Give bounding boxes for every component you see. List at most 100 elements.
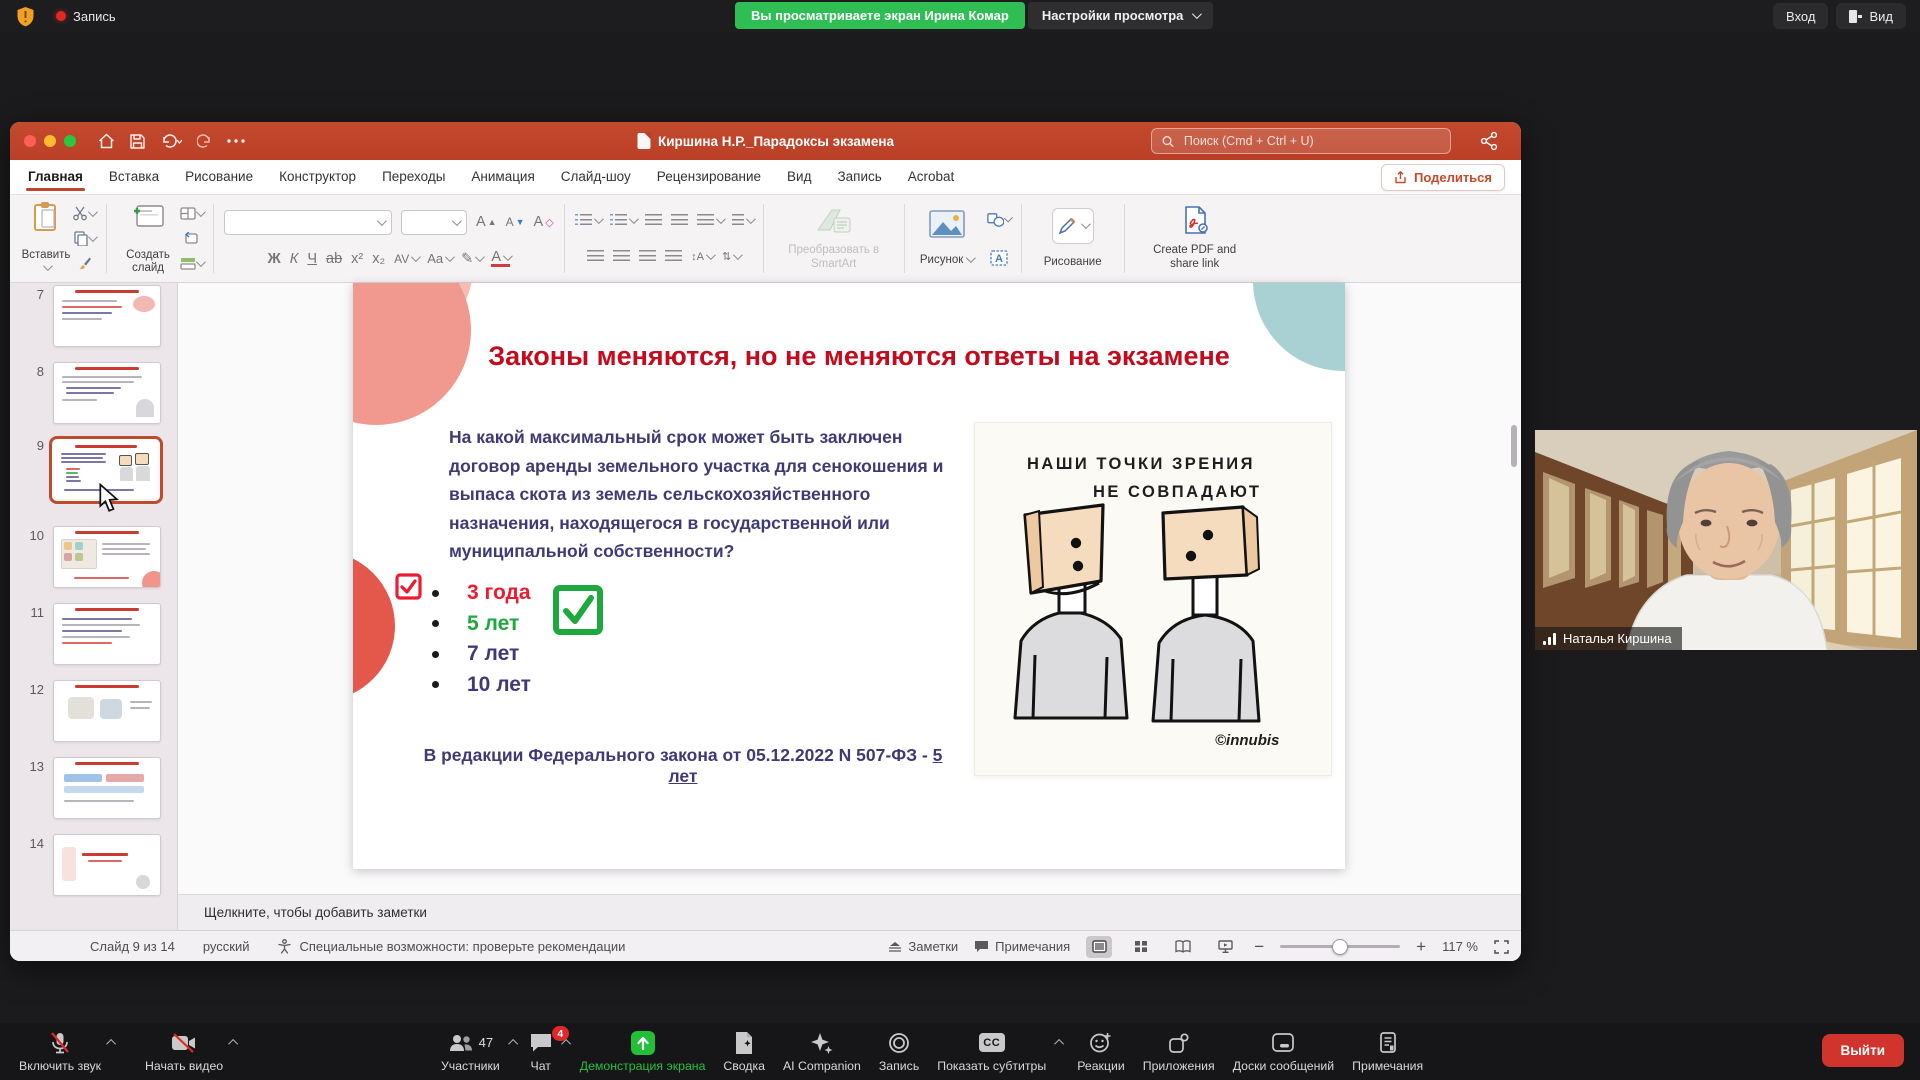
cartoon-image[interactable]: НАШИ ТОЧКИ ЗРЕНИЯ НЕ СОВПАДАЮТ: [975, 423, 1331, 775]
close-window-button[interactable]: [24, 135, 36, 147]
slide-footnote[interactable]: В редакции Федерального закона от 05.12.…: [413, 745, 953, 787]
tab-glavnaya[interactable]: Главная: [28, 163, 83, 191]
view-button[interactable]: Вид: [1836, 3, 1906, 29]
slide-canvas[interactable]: Законы меняются, но не меняются ответы н…: [353, 283, 1345, 869]
ai-companion-button[interactable]: AI Companion: [774, 1023, 870, 1080]
justify-button[interactable]: [665, 250, 682, 263]
signin-button[interactable]: Вход: [1773, 3, 1828, 29]
smartart-button[interactable]: Преобразовать в SmartArt: [774, 202, 894, 275]
bullets-button[interactable]: [575, 214, 601, 227]
increase-indent-button[interactable]: [671, 214, 688, 227]
leave-meeting-button[interactable]: Выйти: [1822, 1034, 1905, 1067]
line-spacing-button[interactable]: [697, 214, 723, 227]
tab-zapis[interactable]: Запись: [837, 163, 881, 191]
increase-font-button[interactable]: A▲: [476, 214, 497, 230]
subscript-button[interactable]: x₂: [372, 251, 385, 267]
summary-button[interactable]: Сводка: [714, 1023, 774, 1080]
zoom-window-button[interactable]: [64, 135, 76, 147]
thumbnail-slide-10[interactable]: 10: [10, 526, 178, 588]
strikethrough-button[interactable]: ab: [326, 251, 342, 267]
captions-button[interactable]: CC Показать субтитры: [928, 1023, 1068, 1080]
security-shield-icon[interactable]: [16, 6, 35, 27]
slideshow-view-button[interactable]: [1212, 936, 1238, 958]
slide-layout-button[interactable]: [179, 204, 203, 222]
drawing-button[interactable]: Рисование: [1032, 202, 1114, 275]
thumbnail-slide-11[interactable]: 11: [10, 603, 178, 665]
participants-button[interactable]: 47 Участники: [432, 1023, 520, 1080]
notes-pane[interactable]: Щелкните, чтобы добавить заметки: [178, 894, 1521, 930]
change-case-button[interactable]: Aa: [427, 251, 452, 266]
thumbnail-slide-8[interactable]: 8: [10, 362, 178, 424]
comments-toggle[interactable]: Примечания: [974, 939, 1070, 954]
reset-slide-button[interactable]: [179, 229, 203, 247]
screen-share-button[interactable]: Демонстрация экрана: [571, 1023, 715, 1080]
annotations-button[interactable]: Примечания: [1343, 1023, 1432, 1080]
save-icon[interactable]: [130, 134, 145, 149]
start-video-button[interactable]: Начать видео: [136, 1023, 232, 1080]
format-painter-button[interactable]: [72, 255, 96, 273]
view-options-button[interactable]: Настройки просмотра: [1028, 2, 1214, 29]
slide-question-text[interactable]: На какой максимальный срок может быть за…: [449, 423, 964, 566]
tab-acrobat[interactable]: Acrobat: [908, 163, 955, 191]
notes-toggle[interactable]: Заметки: [888, 939, 958, 954]
thumbnail-slide-7[interactable]: 7: [10, 285, 178, 347]
zoom-out-button[interactable]: −: [1254, 937, 1264, 957]
captions-chevron[interactable]: [1054, 1039, 1064, 1049]
slide-title[interactable]: Законы меняются, но не меняются ответы н…: [393, 341, 1325, 372]
zoom-slider[interactable]: [1280, 945, 1400, 948]
textbox-button[interactable]: A: [987, 249, 1011, 267]
share-button[interactable]: Поделиться: [1381, 164, 1505, 191]
paste-button[interactable]: Вставить: [20, 202, 72, 275]
cut-button[interactable]: [72, 204, 96, 222]
decrease-font-button[interactable]: A▼: [506, 215, 525, 229]
thumbnail-slide-14[interactable]: 14: [10, 834, 178, 896]
picture-button[interactable]: Рисунок: [915, 202, 979, 275]
tab-animatsiya[interactable]: Анимация: [471, 163, 534, 191]
video-options-chevron[interactable]: [228, 1039, 238, 1049]
thumbnail-slide-9-selected[interactable]: 9: [10, 436, 178, 504]
accessibility-status[interactable]: Специальные возможности: проверьте реком…: [299, 939, 625, 954]
align-text-button[interactable]: ⇅: [722, 250, 740, 263]
search-input[interactable]: [1182, 133, 1440, 149]
whiteboards-button[interactable]: Доски сообщений: [1224, 1023, 1343, 1080]
italic-button[interactable]: К: [290, 251, 299, 267]
char-spacing-button[interactable]: AV: [394, 252, 418, 266]
vertical-scrollbar[interactable]: [1511, 425, 1517, 467]
copy-button[interactable]: [72, 229, 96, 247]
section-button[interactable]: [179, 255, 203, 273]
zoom-level[interactable]: 117 %: [1442, 939, 1478, 954]
superscript-button[interactable]: x²: [351, 251, 363, 267]
clear-format-button[interactable]: A◇: [534, 214, 554, 230]
undo-icon[interactable]: [160, 134, 182, 149]
mic-options-chevron[interactable]: [106, 1039, 116, 1049]
underline-button[interactable]: Ч: [307, 251, 317, 267]
home-icon[interactable]: [98, 133, 115, 149]
more-options-icon[interactable]: [227, 139, 245, 143]
tab-perekhody[interactable]: Переходы: [382, 163, 445, 191]
font-size-select[interactable]: [401, 210, 467, 235]
bold-button[interactable]: Ж: [268, 251, 281, 267]
redo-icon[interactable]: [197, 134, 212, 149]
reading-view-button[interactable]: [1170, 936, 1196, 958]
slide-sorter-view-button[interactable]: [1128, 936, 1154, 958]
reactions-button[interactable]: Реакции: [1068, 1023, 1134, 1080]
align-left-button[interactable]: [587, 250, 604, 263]
tab-konstruktor[interactable]: Конструктор: [279, 163, 356, 191]
ppt-search-box[interactable]: [1151, 128, 1451, 154]
text-direction-button[interactable]: ↕A: [691, 251, 713, 263]
minimize-window-button[interactable]: [44, 135, 56, 147]
tab-slideshow[interactable]: Слайд-шоу: [561, 163, 631, 191]
columns-button[interactable]: [732, 214, 753, 227]
zoom-in-button[interactable]: +: [1416, 937, 1426, 957]
tab-risovanie[interactable]: Рисование: [185, 163, 253, 191]
language-indicator[interactable]: русский: [203, 939, 250, 954]
chat-button[interactable]: Чат 4: [520, 1023, 571, 1080]
zoom-slider-thumb[interactable]: [1332, 939, 1348, 955]
numbering-button[interactable]: [610, 214, 636, 227]
new-slide-button[interactable]: Создать слайд: [117, 202, 179, 275]
font-color-button[interactable]: A: [491, 250, 510, 268]
create-pdf-button[interactable]: Create PDF and share link: [1135, 202, 1255, 275]
tab-vid[interactable]: Вид: [787, 163, 811, 191]
highlight-button[interactable]: ✎: [461, 251, 482, 267]
shapes-button[interactable]: [987, 211, 1011, 229]
